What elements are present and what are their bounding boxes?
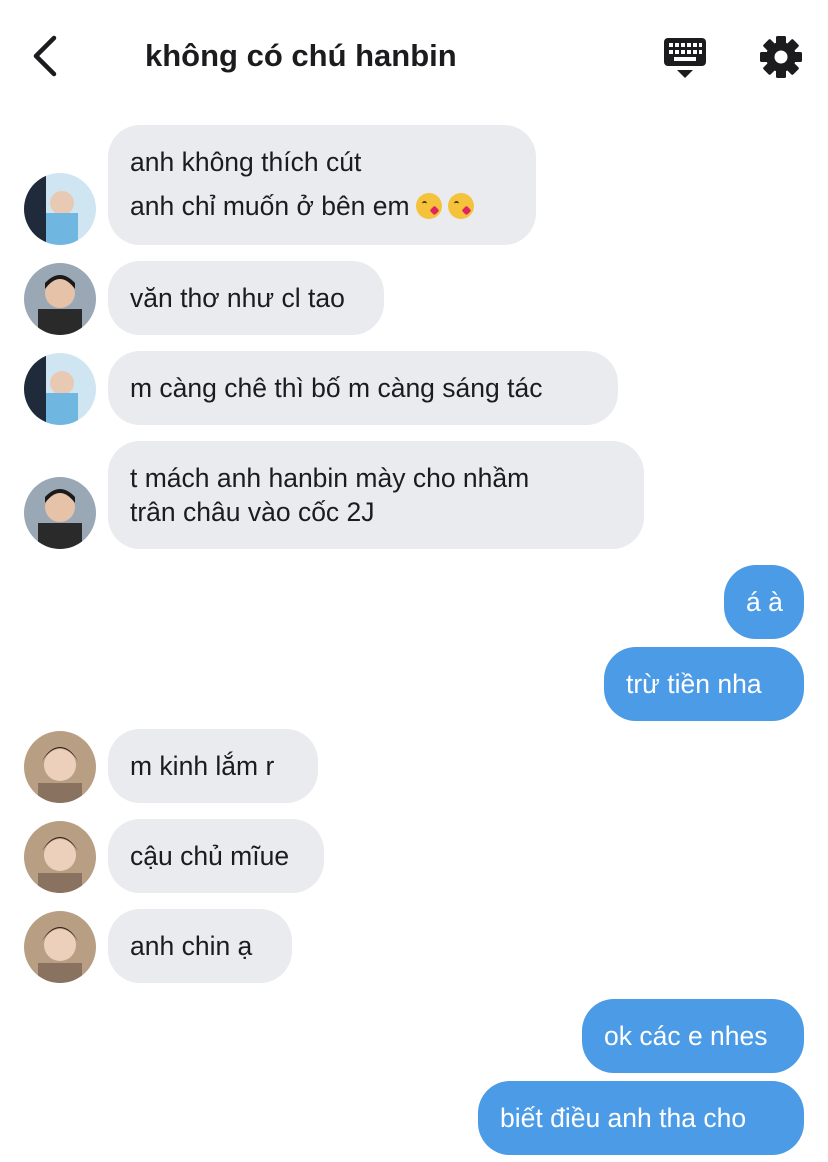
message-text: biết điều anh tha cho [500, 1103, 747, 1133]
keyboard-hide-icon [664, 38, 706, 78]
message-text: t mách anh hanbin mày cho nhầm [130, 463, 530, 493]
message-bubble-incoming[interactable]: m kinh lắm r [108, 729, 318, 803]
avatar[interactable] [24, 353, 96, 425]
message-text: m càng chê thì bố m càng sáng tác [130, 373, 543, 403]
avatar[interactable] [24, 477, 96, 549]
message-bubble-outgoing[interactable]: trừ tiền nha [604, 647, 804, 721]
avatar-photo-image [24, 353, 96, 425]
avatar[interactable] [24, 263, 96, 335]
kissing-heart-emoji-icon [415, 193, 442, 219]
message-text: trừ tiền nha [626, 669, 762, 699]
keyboard-toggle-button[interactable] [662, 36, 708, 82]
chat-header: không có chú hanbin [0, 0, 828, 110]
message-text: á à [746, 587, 783, 617]
message-text: cậu chủ mĩue [130, 841, 290, 871]
message-text: m kinh lắm r [130, 751, 275, 781]
message-text: trân châu vào cốc 2J [130, 497, 375, 527]
message-bubble-incoming[interactable]: văn thơ như cl tao [108, 261, 384, 335]
avatar-photo-image [24, 477, 96, 549]
avatar-photo-image [24, 821, 96, 893]
message-text: anh không thích cút [130, 147, 362, 177]
message-bubble-incoming[interactable]: cậu chủ mĩue [108, 819, 324, 893]
message-bubble-outgoing[interactable]: biết điều anh tha cho [478, 1081, 804, 1155]
settings-button[interactable] [758, 34, 804, 80]
avatar[interactable] [24, 731, 96, 803]
message-text: anh chin ạ [130, 931, 253, 961]
message-text: anh chỉ muốn ở bên em [130, 191, 410, 221]
kissing-heart-emoji-icon [447, 193, 474, 219]
avatar[interactable] [24, 911, 96, 983]
message-bubble-incoming[interactable]: m càng chê thì bố m càng sáng tác [108, 351, 618, 425]
message-bubble-outgoing[interactable]: á à [724, 565, 804, 639]
avatar-photo-image [24, 911, 96, 983]
message-bubble-outgoing[interactable]: ok các e nhes [582, 999, 804, 1073]
avatar-photo-image [24, 173, 96, 245]
chevron-left-icon [33, 35, 57, 77]
message-text: văn thơ như cl tao [130, 283, 345, 313]
avatar[interactable] [24, 821, 96, 893]
chat-title: không có chú hanbin [145, 38, 457, 73]
avatar[interactable] [24, 173, 96, 245]
message-bubble-incoming[interactable]: t mách anh hanbin mày cho nhầm trân châu… [108, 441, 644, 549]
gear-icon [760, 36, 802, 78]
message-bubble-incoming[interactable]: anh không thích cút anh chỉ muốn ở bên e… [108, 125, 536, 245]
message-bubble-incoming[interactable]: anh chin ạ [108, 909, 292, 983]
back-button[interactable] [26, 32, 66, 80]
message-text: ok các e nhes [604, 1021, 768, 1051]
avatar-photo-image [24, 731, 96, 803]
avatar-photo-image [24, 263, 96, 335]
